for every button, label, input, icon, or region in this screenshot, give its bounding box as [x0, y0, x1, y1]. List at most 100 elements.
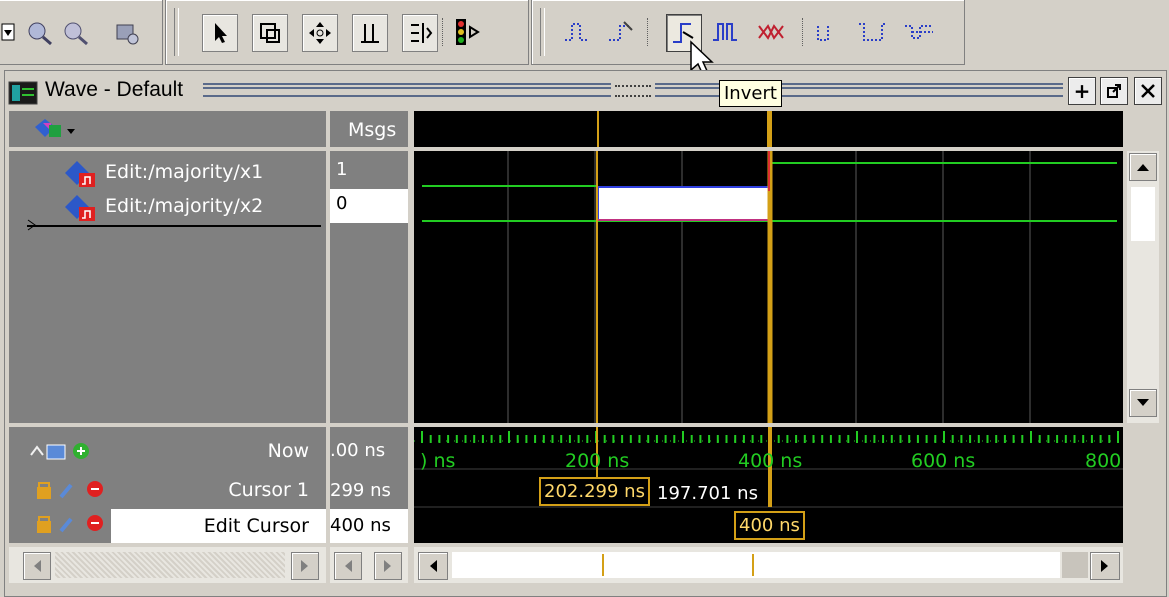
zoom-box-icon[interactable]: [252, 14, 288, 52]
edit-cursor-row-icons[interactable]: [33, 513, 113, 535]
insertion-line: [27, 225, 321, 227]
scroll-left-button[interactable]: [23, 552, 51, 580]
edit-cursor-overview-marker: [752, 554, 754, 576]
scroll-down-button[interactable]: [1129, 389, 1157, 417]
wave-canvas: [422, 151, 1117, 423]
axis-tick-label: 200 ns: [565, 450, 630, 472]
undock-button[interactable]: [1100, 77, 1128, 105]
scroll-track[interactable]: [1062, 552, 1088, 578]
delete-edge-icon[interactable]: [604, 14, 638, 50]
signal-header: [9, 111, 326, 147]
signal-pane: Edit:/majority/x1 Edit:/majority/x2: [9, 151, 326, 423]
toolbar-group-left: [0, 0, 163, 65]
undock-icon: [1107, 84, 1121, 98]
signal-row-x1[interactable]: Edit:/majority/x1: [25, 155, 305, 189]
titlebar-handle[interactable]: [615, 85, 651, 97]
titlebar-grip: [655, 83, 1063, 97]
close-icon: [1141, 84, 1155, 98]
scroll-right-icon: [1101, 560, 1108, 572]
signal-name: Edit:/majority/x1: [105, 161, 264, 183]
cursor1-marker-top: [597, 111, 599, 147]
msgs-header-label: Msgs: [348, 119, 397, 141]
toolbar-grip[interactable]: [174, 8, 179, 56]
scroll-right-button[interactable]: [374, 552, 402, 580]
scroll-up-button[interactable]: [1129, 153, 1157, 181]
cursor1-value: 299 ns: [330, 480, 391, 501]
dropdown-icon[interactable]: [0, 14, 17, 50]
insertion-marker-icon: [27, 219, 36, 231]
axis-tick-label: 600 ns: [911, 450, 976, 472]
scroll-left-button[interactable]: [334, 552, 362, 580]
toolbar: [0, 0, 1169, 66]
axis-tick-label: 800: [1085, 450, 1122, 472]
window-titlebar[interactable]: Wave - Default +: [5, 73, 1166, 107]
scroll-down-icon: [1137, 399, 1149, 406]
scroll-thumb[interactable]: [452, 552, 1060, 578]
close-button[interactable]: [1134, 77, 1162, 105]
wave-edit-a-icon[interactable]: [812, 14, 846, 50]
wave-edit-b-icon[interactable]: [856, 14, 890, 50]
scroll-left-icon: [345, 560, 352, 572]
zoom-find-next-icon[interactable]: [59, 14, 93, 50]
cursor-delta: 197.701 ns: [657, 483, 758, 504]
now-value: .00 ns: [330, 440, 386, 461]
add-pane-button[interactable]: +: [1068, 77, 1096, 105]
cursor1-row-icons[interactable]: [33, 479, 113, 501]
msgs-hscrollbar[interactable]: [330, 547, 408, 583]
toolbar-separator: [442, 18, 445, 46]
value-edit-icon[interactable]: [754, 14, 788, 50]
axis-tick-label: 400 ns: [738, 450, 803, 472]
wave-edit-c-icon[interactable]: [902, 14, 936, 50]
toolbar-group-tools: [165, 0, 529, 65]
signal-value: 0: [336, 193, 348, 214]
edit-wave-icon[interactable]: [352, 14, 388, 52]
scroll-thumb[interactable]: [1131, 187, 1155, 241]
vertical-scrollbar[interactable]: [1127, 151, 1159, 423]
toolbar-grip[interactable]: [540, 8, 545, 56]
wave-pane[interactable]: [414, 151, 1123, 423]
wave-hscrollbar[interactable]: [414, 547, 1123, 583]
signal-icon: [65, 195, 95, 221]
select-pointer-icon[interactable]: [202, 14, 238, 52]
signal-hscrollbar[interactable]: [9, 547, 326, 583]
wave-window: Wave - Default + Msgs Invert Edit:/major…: [4, 70, 1167, 597]
cursor1-overview-marker: [602, 554, 604, 576]
stretch-edge-icon[interactable]: [402, 14, 438, 52]
scroll-up-icon: [1137, 164, 1149, 171]
toolbar-separator: [647, 18, 650, 46]
timeline-pane: ) ns 200 ns 400 ns 600 ns 800 202.299 ns…: [414, 427, 1123, 543]
cursor-toolbar-icons[interactable]: [29, 441, 99, 461]
scroll-left-icon: [430, 560, 437, 572]
cursor-values-pane: .00 ns 299 ns 400 ns: [330, 427, 408, 543]
toolbar-group-wave-edit: [531, 0, 965, 65]
zoom-find-icon[interactable]: [23, 14, 57, 50]
pan-icon[interactable]: [302, 14, 338, 52]
signal-row-x2[interactable]: Edit:/majority/x2: [25, 189, 321, 223]
signal-name: Edit:/majority/x2: [105, 195, 264, 217]
signal-icon: [65, 161, 95, 187]
cursor1-label: Cursor 1: [228, 479, 309, 501]
edit-cursor-label: Edit Cursor: [203, 515, 309, 537]
toolbar-separator: [802, 18, 805, 46]
scroll-right-button[interactable]: [291, 552, 319, 580]
insert-pulse-icon[interactable]: [560, 14, 594, 50]
signal-format-icon[interactable]: [31, 115, 81, 143]
selection-highlight: [597, 186, 770, 221]
scroll-track[interactable]: [55, 552, 285, 578]
axis-tick-label: ) ns: [420, 450, 456, 472]
scroll-right-button[interactable]: [1090, 552, 1120, 580]
scroll-right-icon: [301, 560, 308, 572]
msgs-header: Msgs: [330, 111, 408, 147]
cursor-pane: Now Cursor 1 Edit Cursor: [9, 427, 326, 543]
tools-icon[interactable]: [109, 14, 143, 50]
now-label: Now: [267, 440, 309, 462]
traffic-light-icon[interactable]: [452, 14, 486, 50]
titlebar-grip: [203, 83, 611, 97]
cursor1-time-box[interactable]: 202.299 ns: [539, 477, 650, 506]
wave-window-icon: [8, 81, 38, 105]
scroll-left-button[interactable]: [418, 552, 448, 580]
edit-cursor-value: 400 ns: [330, 515, 391, 536]
window-title: Wave - Default: [45, 78, 184, 101]
edit-cursor-time-box[interactable]: 400 ns: [734, 511, 805, 540]
edit-cursor-marker-top: [767, 111, 772, 147]
